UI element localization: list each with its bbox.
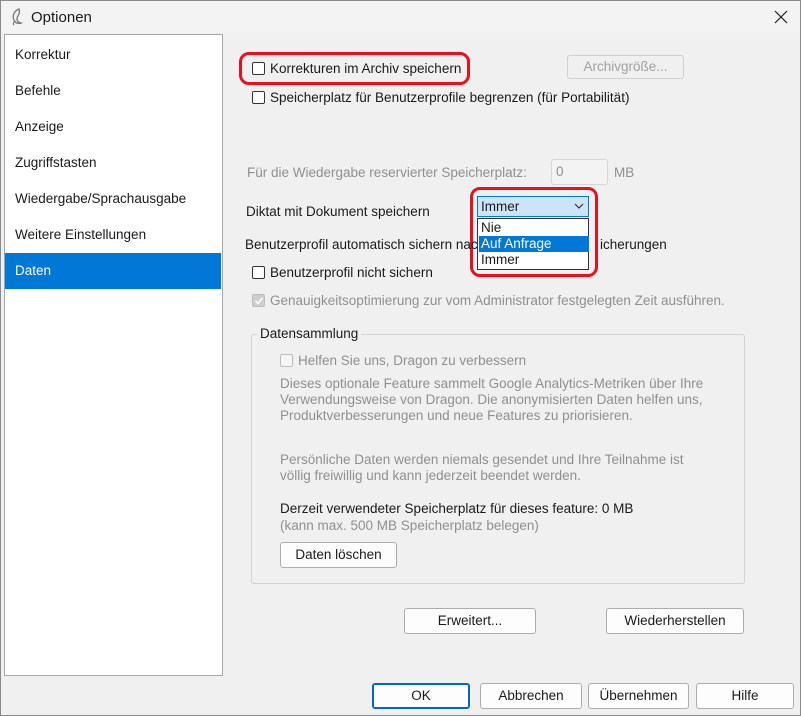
dictation-save-label: Diktat mit Dokument speichern bbox=[246, 204, 430, 219]
sidebar-item-label: Befehle bbox=[15, 83, 61, 98]
sidebar-item-label: Korrektur bbox=[15, 47, 71, 62]
close-button[interactable] bbox=[767, 5, 795, 29]
description-line-3: Produktverbesserungen und neue Features … bbox=[280, 408, 633, 423]
archive-checkbox-label: Korrekturen im Archiv speichern bbox=[270, 61, 462, 76]
usage-limit-text: (kann max. 500 MB Speicherplatz belegen) bbox=[280, 518, 539, 533]
checkmark-icon bbox=[254, 297, 264, 305]
sidebar-item-weitere-einstellungen[interactable]: Weitere Einstellungen bbox=[5, 217, 221, 253]
sidebar-item-label: Wiedergabe/Sprachausgabe bbox=[15, 191, 187, 206]
auto-backup-label-suffix: icherungen bbox=[600, 237, 667, 252]
reserved-space-value: 0 bbox=[556, 164, 564, 179]
description-line-1: Dieses optionale Feature sammelt Google … bbox=[280, 376, 704, 391]
dictation-save-options: Nie Auf Anfrage Immer bbox=[477, 218, 589, 270]
apply-button[interactable]: Übernehmen bbox=[588, 683, 689, 709]
category-list: Korrektur Befehle Anzeige Zugriffstasten… bbox=[4, 34, 223, 676]
sidebar-item-korrektur[interactable]: Korrektur bbox=[5, 37, 221, 73]
no-backup-label: Benutzerprofil nicht sichern bbox=[270, 265, 433, 280]
sidebar-item-anzeige[interactable]: Anzeige bbox=[5, 109, 221, 145]
data-collection-title: Datensammlung bbox=[257, 326, 362, 341]
reserved-space-input[interactable]: 0 bbox=[551, 159, 608, 185]
help-improve-label: Helfen Sie uns, Dragon zu verbessern bbox=[298, 353, 527, 368]
advanced-button[interactable]: Erweitert... bbox=[404, 608, 536, 634]
sidebar-item-label: Weitere Einstellungen bbox=[15, 227, 147, 242]
dropdown-selected-value: Immer bbox=[481, 199, 520, 214]
reserved-space-label: Für die Wiedergabe reservierter Speicher… bbox=[247, 165, 527, 180]
window-title: Optionen bbox=[31, 9, 92, 26]
chevron-down-icon bbox=[574, 203, 584, 209]
usage-text: Derzeit verwendeter Speicherplatz für di… bbox=[280, 501, 634, 516]
delete-data-button[interactable]: Daten löschen bbox=[280, 542, 397, 568]
ok-button[interactable]: OK bbox=[372, 683, 470, 709]
reserved-space-unit: MB bbox=[614, 165, 635, 180]
dragon-app-icon bbox=[12, 8, 24, 26]
privacy-line-2: völlig freiwillig und kann jederzeit bee… bbox=[280, 468, 581, 483]
limit-profile-checkbox[interactable] bbox=[252, 91, 265, 104]
accuracy-label: Genauigkeitsoptimierung zur vom Administ… bbox=[270, 293, 725, 308]
restore-button[interactable]: Wiederherstellen bbox=[606, 608, 744, 634]
option-nie[interactable]: Nie bbox=[479, 220, 589, 236]
description-line-2: Verwendungsweise von Dragon. Die anonymi… bbox=[280, 392, 703, 407]
sidebar-item-label: Anzeige bbox=[15, 119, 64, 134]
close-icon bbox=[774, 10, 788, 24]
limit-profile-label: Speicherplatz für Benutzerprofile begren… bbox=[270, 90, 630, 105]
options-dialog: Optionen Korrektur Befehle Anzeige Zugri… bbox=[0, 0, 801, 716]
dictation-save-dropdown[interactable]: Immer bbox=[477, 196, 589, 217]
archive-checkbox[interactable] bbox=[252, 62, 265, 75]
auto-backup-label: Benutzerprofil automatisch sichern nac bbox=[245, 237, 478, 252]
option-immer[interactable]: Immer bbox=[479, 252, 589, 268]
archive-size-button[interactable]: Archivgröße... bbox=[567, 55, 684, 79]
sidebar-item-zugriffstasten[interactable]: Zugriffstasten bbox=[5, 145, 221, 181]
privacy-line-1: Persönliche Daten werden niemals gesende… bbox=[280, 452, 684, 467]
no-backup-checkbox[interactable] bbox=[252, 266, 265, 279]
sidebar-item-befehle[interactable]: Befehle bbox=[5, 73, 221, 109]
option-auf-anfrage[interactable]: Auf Anfrage bbox=[479, 236, 589, 252]
sidebar-item-label: Daten bbox=[15, 263, 52, 278]
help-improve-checkbox[interactable] bbox=[280, 354, 293, 367]
title-bar: Optionen bbox=[1, 1, 800, 33]
sidebar-item-wiedergabe[interactable]: Wiedergabe/Sprachausgabe bbox=[5, 181, 221, 217]
accuracy-checkbox[interactable] bbox=[252, 294, 265, 307]
cancel-button[interactable]: Abbrechen bbox=[480, 683, 582, 709]
help-button[interactable]: Hilfe bbox=[696, 683, 794, 709]
sidebar-item-label: Zugriffstasten bbox=[15, 155, 97, 170]
sidebar-item-daten[interactable]: Daten bbox=[5, 253, 221, 289]
